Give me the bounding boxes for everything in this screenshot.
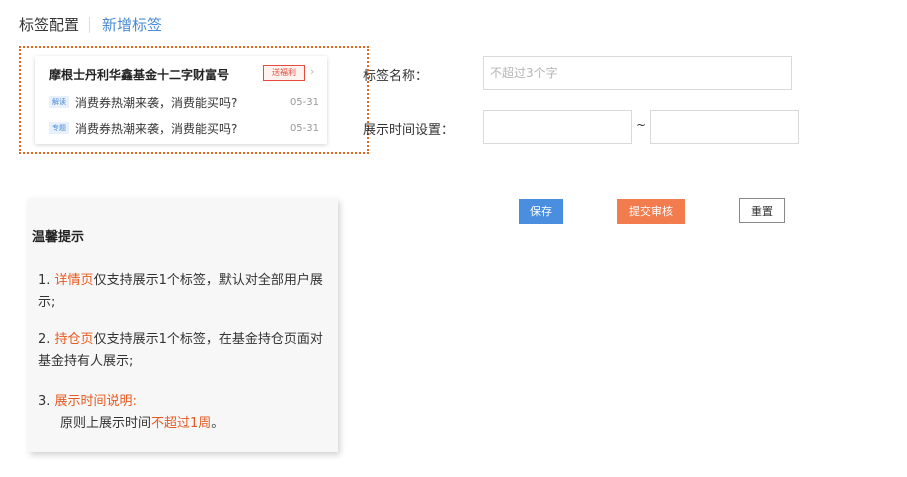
tip-number: 1. — [38, 273, 51, 288]
tip-text: 。 — [211, 416, 225, 431]
tip-item: 1. 详情页仅支持展示1个标签，默认对全部用户展示; — [38, 270, 328, 314]
time-range-separator: ~ — [636, 118, 647, 132]
list-item: 专题 消费券热潮来袭，消费能买吗? 05-31 — [49, 120, 319, 136]
reset-button[interactable]: 重置 — [739, 198, 785, 223]
news-date: 05-31 — [289, 96, 319, 108]
tip-highlight: 展示时间说明: — [54, 394, 137, 409]
tips-panel: 温馨提示 1. 详情页仅支持展示1个标签，默认对全部用户展示; 2. 持仓页仅支… — [28, 198, 338, 452]
news-title: 消费券热潮来袭，消费能买吗? — [75, 95, 238, 110]
news-date: 05-31 — [289, 122, 319, 134]
preview-card-title: 摩根士丹利华鑫基金十二字财富号 — [49, 68, 230, 82]
header-divider — [89, 16, 91, 33]
tag-name-input[interactable] — [483, 56, 792, 90]
start-time-input[interactable] — [483, 110, 632, 144]
news-tag: 解读 — [49, 96, 69, 108]
tip-item: 3. 展示时间说明: 原则上展示时间不超过1周。 — [38, 391, 328, 435]
news-tag: 专题 — [49, 122, 69, 134]
tip-text: 原则上展示时间 — [60, 416, 152, 431]
end-time-input[interactable] — [650, 110, 799, 144]
tip-highlight: 详情页 — [54, 273, 94, 288]
tag-preview: 摩根士丹利华鑫基金十二字财富号 送福利 › 解读 消费券热潮来袭，消费能买吗? … — [19, 46, 369, 154]
tab-add-tag[interactable]: 新增标签 — [102, 14, 162, 35]
save-button[interactable]: 保存 — [519, 199, 563, 224]
preview-tag-badge: 送福利 — [263, 65, 305, 81]
tip-highlight: 持仓页 — [54, 332, 94, 347]
preview-card: 摩根士丹利华鑫基金十二字财富号 送福利 › 解读 消费券热潮来袭，消费能买吗? … — [35, 56, 327, 144]
tag-name-label: 标签名称： — [363, 69, 429, 84]
news-title: 消费券热潮来袭，消费能买吗? — [75, 121, 238, 136]
tab-tag-config[interactable]: 标签配置 — [19, 14, 79, 35]
tip-highlight: 不超过1周 — [151, 416, 212, 431]
list-item: 解读 消费券热潮来袭，消费能买吗? 05-31 — [49, 94, 319, 110]
tip-number: 2. — [38, 332, 51, 347]
display-time-label: 展示时间设置： — [363, 123, 455, 138]
tip-number: 3. — [38, 394, 51, 409]
chevron-right-icon: › — [310, 65, 315, 78]
header: 标签配置 新增标签 — [19, 14, 162, 35]
tip-subline: 原则上展示时间不超过1周。 — [38, 413, 328, 435]
tips-title: 温馨提示 — [32, 230, 85, 245]
tip-item: 2. 持仓页仅支持展示1个标签，在基金持仓页面对基金持有人展示; — [38, 329, 328, 373]
submit-review-button[interactable]: 提交审核 — [617, 199, 685, 224]
